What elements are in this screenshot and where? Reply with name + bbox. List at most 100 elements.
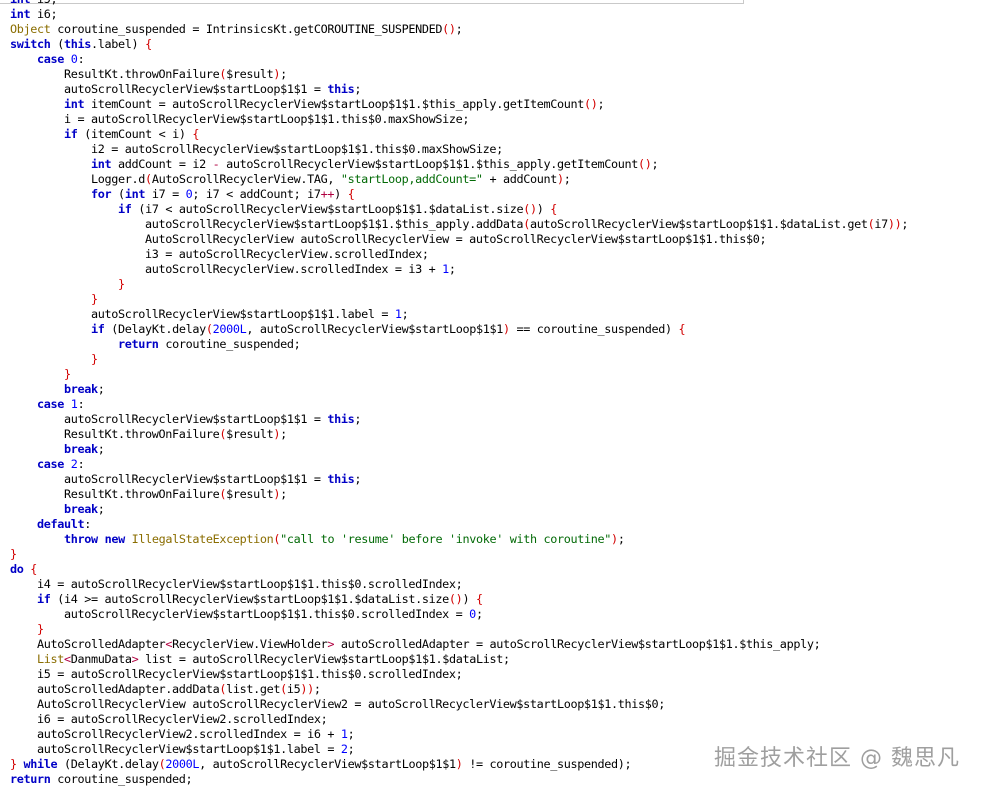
code-text: ;: [401, 307, 409, 321]
code-text: coroutine_suspended = IntrinsicsKt.getCO…: [50, 22, 443, 36]
number-token: 0: [469, 607, 476, 621]
code-text: i4 = autoScrollRecyclerView$startLoop$1$…: [10, 577, 463, 591]
number-token: 1: [340, 727, 348, 741]
brace-token: {: [475, 592, 483, 606]
code-text: ResultKt.throwOnFailure: [10, 427, 220, 441]
brace-token: }: [91, 352, 98, 366]
keyword-token: throw: [64, 532, 98, 546]
code-text: (: [50, 37, 65, 51]
code-line: ResultKt.throwOnFailure($result);: [10, 427, 982, 442]
code-text: $result: [226, 487, 274, 501]
code-text: autoScrollRecyclerView$startLoop$1$1 =: [10, 472, 328, 486]
keyword-token: if: [91, 322, 105, 336]
keyword-token: this: [327, 82, 355, 96]
code-line: autoScrolledAdapter.addData(list.get(i5)…: [10, 682, 982, 697]
code-line: autoScrollRecyclerView$startLoop$1$1.lab…: [10, 307, 982, 322]
code-text: AutoScrollRecyclerView autoScrollRecycle…: [10, 697, 665, 711]
code-line: do {: [10, 562, 982, 577]
keyword-token: break: [64, 382, 98, 396]
code-text: $result: [226, 67, 274, 81]
brace-token: ): [502, 322, 510, 336]
code-text: list.get: [226, 682, 281, 696]
code-text: autoScrollRecyclerView$startLoop$1$1 =: [10, 82, 328, 96]
brace-token: }: [91, 292, 98, 306]
number-token: 1: [394, 307, 402, 321]
keyword-token: new: [104, 532, 126, 546]
code-line: AutoScrolledAdapter<RecyclerView.ViewHol…: [10, 637, 982, 652]
code-text: ;: [448, 262, 456, 276]
code-text: ;: [97, 502, 105, 516]
code-text: (DelayKt.delay: [104, 322, 206, 336]
code-text: autoScrollRecyclerView$startLoop$1$1.lab…: [10, 307, 395, 321]
operator-token: ++: [320, 187, 335, 201]
code-text: autoScrolledAdapter.addData: [10, 682, 220, 696]
keyword-token: case: [37, 457, 65, 471]
keyword-token: if: [64, 127, 78, 141]
brace-token: }: [10, 547, 17, 561]
brace-token: (): [638, 157, 652, 171]
code-line: for (int i7 = 0; i7 < addCount; i7++) {: [10, 187, 982, 202]
code-line: if (DelayKt.delay(2000L, autoScrollRecyc…: [10, 322, 982, 337]
brace-token: {: [192, 127, 200, 141]
code-text: ;: [475, 607, 483, 621]
keyword-token: int: [91, 157, 112, 171]
code-text: coroutine_suspended;: [50, 772, 193, 786]
brace-token: }: [64, 367, 71, 381]
code-text: i6 = autoScrollRecyclerView2.scrolledInd…: [10, 712, 328, 726]
brace-token: )): [887, 217, 902, 231]
keyword-token: if: [118, 202, 132, 216]
keyword-token: break: [64, 442, 98, 456]
code-text: ;: [354, 412, 362, 426]
keyword-token: int: [64, 97, 85, 111]
brace-token: (: [280, 682, 287, 696]
code-text: autoScrollRecyclerView$startLoop$1$1 =: [10, 412, 328, 426]
code-text: coroutine_suspended;: [158, 337, 301, 351]
number-token: 1: [442, 262, 449, 276]
brace-token: }: [37, 622, 44, 636]
code-text: RecyclerView.ViewHolder: [172, 637, 328, 651]
brace-token: }: [118, 277, 125, 291]
brace-token: (: [205, 322, 213, 336]
code-text: autoScrollRecyclerView$startLoop$1$1.$th…: [219, 157, 639, 171]
code-text: == coroutine_suspended): [509, 322, 679, 336]
code-text: :: [77, 457, 85, 471]
code-text: ;: [597, 97, 605, 111]
code-text: DanmuData: [70, 652, 132, 666]
code-line: i2 = autoScrollRecyclerView$startLoop$1$…: [10, 142, 982, 157]
code-line: int i5;: [10, 0, 982, 7]
code-text: ;: [97, 442, 105, 456]
brace-token: }: [10, 757, 17, 771]
code-text: autoScrolledAdapter = autoScrollRecycler…: [334, 637, 821, 651]
code-text: list = autoScrollRecyclerView$startLoop$…: [138, 652, 510, 666]
code-text: AutoScrolledAdapter: [10, 637, 166, 651]
code-editor[interactable]: int i5;int i6;Object coroutine_suspended…: [10, 0, 982, 796]
keyword-token: for: [91, 187, 112, 201]
code-text: ;: [624, 757, 632, 771]
code-line: throw new IllegalStateException("call to…: [10, 532, 982, 547]
code-text: i5;: [30, 0, 58, 6]
code-text: (i4 >= autoScrollRecyclerView$startLoop$…: [50, 592, 449, 606]
code-text: (itemCount < i): [77, 127, 193, 141]
code-text: i = autoScrollRecyclerView$startLoop$1$1…: [10, 112, 470, 126]
brace-token: {: [145, 37, 152, 51]
class-token: Object: [10, 22, 51, 36]
brace-token: (: [523, 217, 530, 231]
code-text: autoScrollRecyclerView2.scrolledIndex = …: [10, 727, 341, 741]
code-text: ; i7 < addCount; i7: [192, 187, 321, 201]
code-line: }: [10, 622, 982, 637]
code-text: :: [77, 52, 85, 66]
code-text: ;: [347, 727, 355, 741]
